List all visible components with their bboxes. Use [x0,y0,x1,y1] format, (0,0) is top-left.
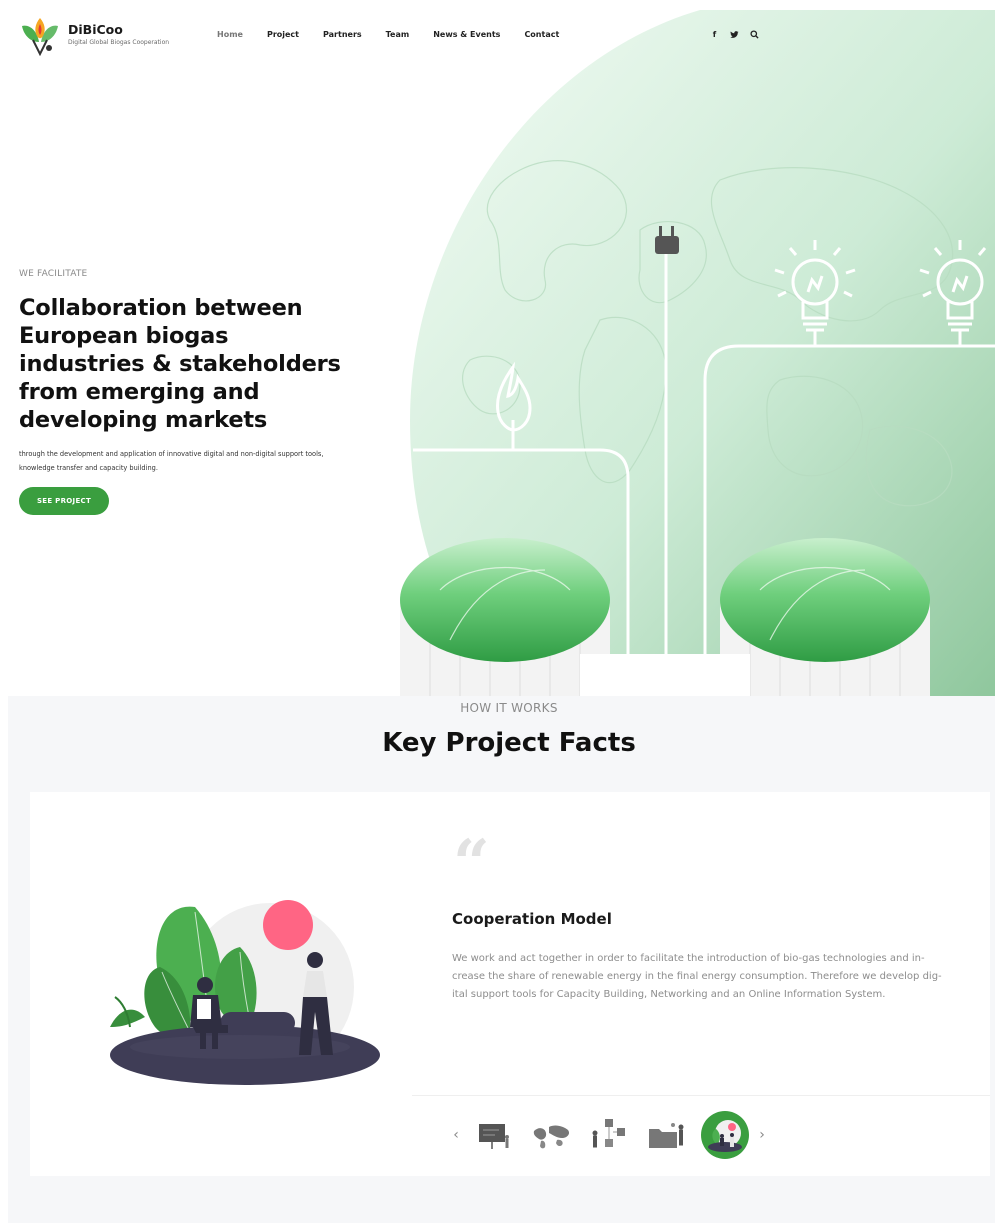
key-facts-section: HOW IT WORKS Key Project Facts “ Coopera… [8,696,995,1223]
site-logo[interactable]: DiBiCoo Digital Global Biogas Cooperatio… [19,14,169,56]
nav-item-news-events[interactable]: News & Events [433,29,500,41]
card-divider [412,1095,990,1096]
nav-item-project[interactable]: Project [267,29,299,41]
fact-card: “ Cooperation Model We work and act toge… [30,792,990,1176]
nav-item-contact[interactable]: Contact [524,29,559,41]
fact-body: We work and act together in order to fac… [452,953,942,1000]
main-nav: Home Project Partners Team News & Events… [217,29,583,41]
hero-text: WE FACILITATE Collaboration between Euro… [19,268,349,475]
hero-subtitle: through the development and application … [19,450,324,472]
logo-icon [22,18,58,56]
nav-item-home[interactable]: Home [217,29,243,41]
carousel-thumb-presentation[interactable] [469,1111,517,1159]
see-project-button[interactable]: SEE PROJECT [19,487,109,515]
site-header: DiBiCoo Digital Global Biogas Cooperatio… [0,0,995,70]
site-tagline: Digital Global Biogas Cooperation [68,39,170,46]
facts-title: Key Project Facts [382,728,636,758]
nav-item-team[interactable]: Team [386,29,410,41]
facts-eyebrow: HOW IT WORKS [460,701,558,715]
site-name: DiBiCoo [68,22,123,37]
fact-title: Cooperation Model [452,910,612,928]
cooperation-people-icon [708,1120,742,1152]
carousel-thumb-folder-people[interactable] [643,1111,691,1159]
quote-mark-icon: “ [453,826,490,901]
twitter-icon[interactable] [730,29,739,40]
carousel-thumb-cooperation[interactable] [701,1111,749,1159]
cooperation-illustration [110,900,380,1085]
presentation-board-icon [479,1124,509,1149]
carousel-next-arrow[interactable]: › [754,1125,770,1145]
world-map-icon [533,1125,570,1149]
mind-map-icon [592,1119,625,1148]
social-links: f [710,29,759,40]
carousel-prev-arrow[interactable]: ‹ [448,1125,464,1145]
search-icon[interactable] [750,29,759,40]
hero-eyebrow: WE FACILITATE [19,269,88,279]
folder-people-icon [649,1123,684,1148]
hero-section: DiBiCoo Digital Global Biogas Cooperatio… [0,0,995,696]
facts-carousel: ‹ › [448,1110,770,1160]
carousel-thumb-mind-map[interactable] [585,1111,633,1159]
nav-item-partners[interactable]: Partners [323,29,362,41]
carousel-thumb-world-map[interactable] [527,1111,575,1159]
facebook-icon[interactable]: f [710,29,719,40]
hero-title: Collaboration between European biogas in… [19,295,341,433]
